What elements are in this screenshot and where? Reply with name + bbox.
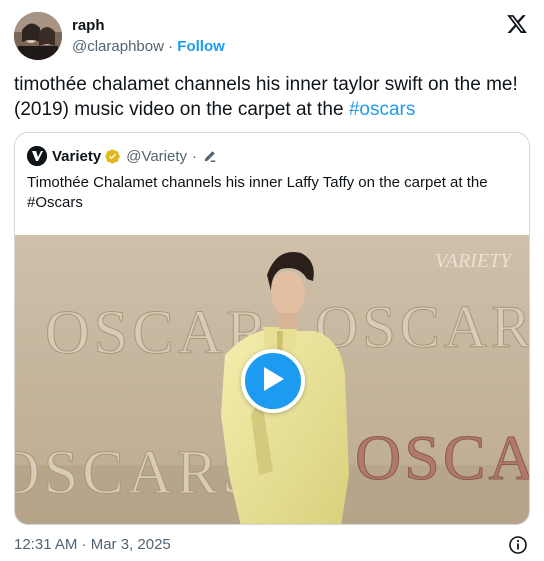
avatar[interactable]	[14, 12, 62, 60]
tweet-author: raph @claraphbow · Follow	[72, 16, 225, 57]
backdrop-word: OSCA	[355, 422, 530, 493]
quote-author-handle[interactable]: @Variety	[126, 148, 187, 165]
edit-pencil-icon	[203, 149, 217, 163]
verified-badge-icon	[104, 148, 121, 165]
author-handle-row: @claraphbow · Follow	[72, 37, 225, 57]
variety-watermark: VARIETY	[435, 250, 513, 272]
separator-dot: ·	[168, 38, 174, 55]
play-icon	[260, 365, 286, 398]
tweet-timestamp[interactable]: 12:31 AM · Mar 3, 2025	[14, 535, 171, 555]
quote-header: Variety @Variety ·	[27, 146, 217, 166]
variety-logo-icon	[27, 146, 47, 166]
author-display-name[interactable]: raph	[72, 16, 225, 36]
hashtag-link[interactable]: #oscars	[349, 99, 416, 120]
x-logo-icon[interactable]	[506, 13, 528, 35]
tweet-card: raph @claraphbow · Follow timothée chala…	[0, 0, 544, 561]
separator-dot: ·	[192, 147, 198, 165]
info-icon[interactable]	[508, 535, 528, 555]
quote-text: Timothée Chalamet channels his inner Laf…	[27, 174, 488, 211]
tweet-body: timothée chalamet channels his inner tay…	[14, 74, 518, 120]
quote-author-name[interactable]: Variety	[52, 148, 101, 165]
video-player[interactable]: OSCAR OSCAR OSCA OSCARS VARIETY	[15, 235, 530, 524]
backdrop-word: OSCAR	[315, 294, 530, 360]
backdrop-word: OSCARS	[15, 439, 260, 507]
author-handle[interactable]: @claraphbow	[72, 38, 164, 55]
play-button[interactable]	[241, 349, 305, 413]
quoted-tweet[interactable]: Variety @Variety · Timothée Chalamet cha…	[14, 132, 530, 525]
tweet-text: timothée chalamet channels his inner tay…	[14, 72, 528, 122]
follow-button[interactable]: Follow	[177, 38, 225, 55]
